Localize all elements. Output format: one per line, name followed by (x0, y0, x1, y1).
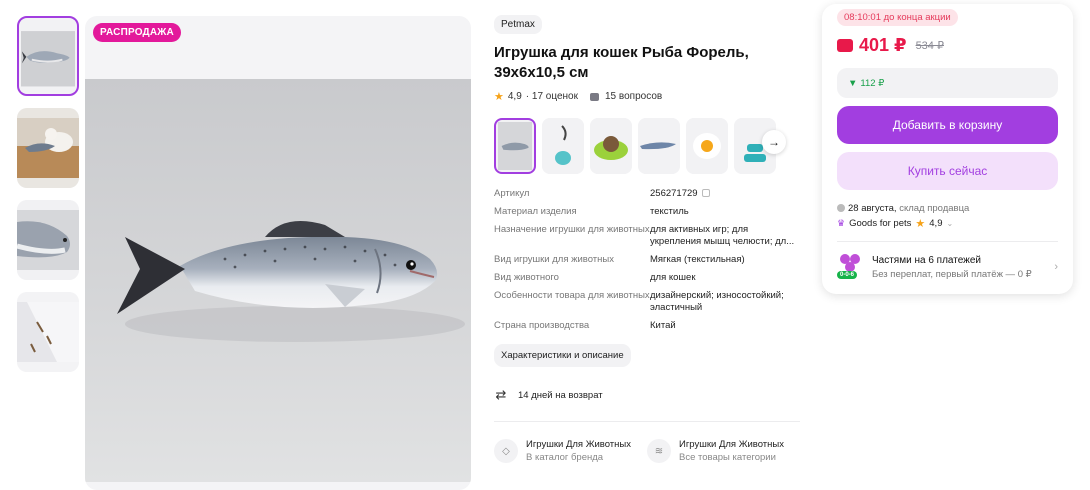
price-row: 401 ₽ 534 ₽ (837, 35, 1058, 56)
thumbnail-3[interactable] (17, 200, 79, 280)
variant-feather-toy[interactable] (542, 118, 584, 174)
variant-catnip-ball[interactable] (590, 118, 632, 174)
wallet-icon (837, 39, 853, 52)
link-subtitle: В каталог бренда (526, 452, 604, 463)
delivery-source: склад продавца (899, 203, 970, 214)
add-to-cart-button[interactable]: Добавить в корзину (837, 106, 1058, 144)
thumbnail-2[interactable] (17, 108, 79, 188)
star-icon: ★ (494, 91, 504, 103)
cat-with-fish-photo (17, 108, 79, 188)
chat-icon (590, 92, 599, 101)
spec-value: для кошек (650, 272, 696, 283)
product-title: Игрушка для кошек Рыба Форель, 39х6х10,5… (494, 44, 749, 81)
divider (837, 241, 1058, 242)
seller-row[interactable]: ♛ Goods for pets ★ 4,9 ⌄ (837, 217, 1058, 230)
spec-row: Вид игрушки для животных Мягкая (текстил… (494, 254, 800, 266)
delivery-info: 28 августа, склад продавца (837, 203, 1058, 214)
clock-icon (837, 204, 845, 212)
spec-row: Вид животного для кошек (494, 272, 800, 284)
bonus-amount: 112 ₽ (860, 77, 885, 89)
star-icon: ★ (915, 218, 926, 230)
thumbnail-list (17, 16, 79, 384)
variant-fish[interactable] (494, 118, 536, 174)
return-policy-text: 14 дней на возврат (518, 389, 603, 401)
link-subtitle: Все товары категории (679, 452, 776, 463)
rating-row: ★ 4,9 · 17 оценок 15 вопросов (494, 90, 800, 103)
spec-row: Артикул 256271729 (494, 188, 800, 200)
installments-badge: 0-0-6 (837, 271, 858, 279)
spec-value: Мягкая (текстильная) (650, 254, 745, 265)
thumbnail-4[interactable] (17, 292, 79, 372)
spec-row: Особенности товара для животных дизайнер… (494, 290, 800, 314)
chevron-right-icon: › (1054, 261, 1058, 273)
fish-toy-photo (21, 20, 75, 92)
seller-name[interactable]: Goods for pets (849, 218, 911, 229)
spec-label: Артикул (494, 188, 530, 199)
sale-badge: РАСПРОДАЖА (93, 23, 181, 42)
spec-value: 256271729 (650, 188, 698, 199)
old-price: 534 ₽ (915, 40, 944, 52)
fish-closeup-photo (17, 200, 79, 280)
spec-table: Артикул 256271729 Материал изделия текст… (494, 188, 800, 332)
layers-icon: ≋ (647, 439, 671, 463)
seller-rating: 4,9 (929, 218, 943, 229)
triangle-down-icon: ▼ (848, 77, 858, 89)
buy-panel: 08:10:01 до конца акции 401 ₽ 534 ₽ ▼ 11… (822, 4, 1073, 294)
link-title: Игрушки Для Животных (679, 439, 784, 450)
spec-label: Назначение игрушки для животных (494, 224, 650, 235)
questions-count[interactable]: 15 вопросов (605, 91, 662, 102)
fish-detail-photo (17, 292, 79, 372)
reviews-count[interactable]: · 17 оценок (526, 91, 578, 102)
product-info: Petmax Игрушка для кошек Рыба Форель, 39… (494, 14, 800, 463)
return-arrows-icon: ⇄ (495, 387, 507, 402)
price: 401 ₽ (859, 35, 907, 55)
fish-toy-illustration (117, 221, 465, 342)
category-catalog-link[interactable]: ≋ Игрушки Для Животных Все товары катего… (647, 439, 800, 463)
divider (494, 421, 800, 422)
buy-now-button[interactable]: Купить сейчас (837, 152, 1058, 190)
spec-row: Страна производства Китай (494, 320, 800, 332)
return-policy[interactable]: ⇄ 14 дней на возврат (494, 387, 800, 403)
variant-list (494, 118, 800, 174)
copy-icon[interactable] (701, 189, 710, 198)
catalog-links: ◇ Игрушки Для Животных В каталог бренда … (494, 439, 800, 463)
crown-icon: ♛ (837, 218, 846, 228)
spec-value: Китай (650, 320, 676, 331)
brand-badge[interactable]: Petmax (494, 15, 542, 34)
bonus-row[interactable]: ▼ 112 ₽ (837, 68, 1058, 98)
arrow-right-icon[interactable]: → (762, 130, 786, 154)
delivery-date: 28 августа, (848, 203, 897, 214)
grape-icon: 0-0-6 (837, 252, 863, 282)
spec-label: Особенности товара для животных (494, 290, 650, 301)
spec-label: Материал изделия (494, 206, 577, 217)
variant-sardine[interactable] (638, 118, 680, 174)
spec-label: Вид игрушки для животных (494, 254, 614, 265)
spec-row: Назначение игрушки для животных для акти… (494, 224, 800, 248)
spec-value: для активных игр; для укрепления мышц че… (650, 224, 795, 247)
brand-catalog-link[interactable]: ◇ Игрушки Для Животных В каталог бренда (494, 439, 647, 463)
link-title: Игрушки Для Животных (526, 439, 631, 450)
thumbnail-1[interactable] (17, 16, 79, 96)
variant-egg[interactable] (686, 118, 728, 174)
rating-value[interactable]: 4,9 (508, 91, 522, 102)
characteristics-button[interactable]: Характеристики и описание (494, 344, 631, 367)
installments-subtitle: Без переплат, первый платёж — 0 ₽ (872, 268, 1032, 280)
product-photo (85, 79, 471, 482)
installments-row[interactable]: 0-0-6 Частями на 6 платежей Без переплат… (837, 252, 1058, 282)
spec-label: Страна производства (494, 320, 590, 331)
main-product-image[interactable]: РАСПРОДАЖА (85, 16, 471, 490)
sale-timer: 08:10:01 до конца акции (837, 9, 958, 26)
installments-title: Частями на 6 платежей (872, 254, 982, 266)
spec-row: Материал изделия текстиль (494, 206, 800, 218)
spec-value: дизайнерский; износостойкий; эластичный (650, 290, 784, 313)
spec-value: текстиль (650, 206, 689, 217)
chevron-down-icon: ⌄ (946, 219, 954, 228)
spec-label: Вид животного (494, 272, 559, 283)
tag-icon: ◇ (494, 439, 518, 463)
